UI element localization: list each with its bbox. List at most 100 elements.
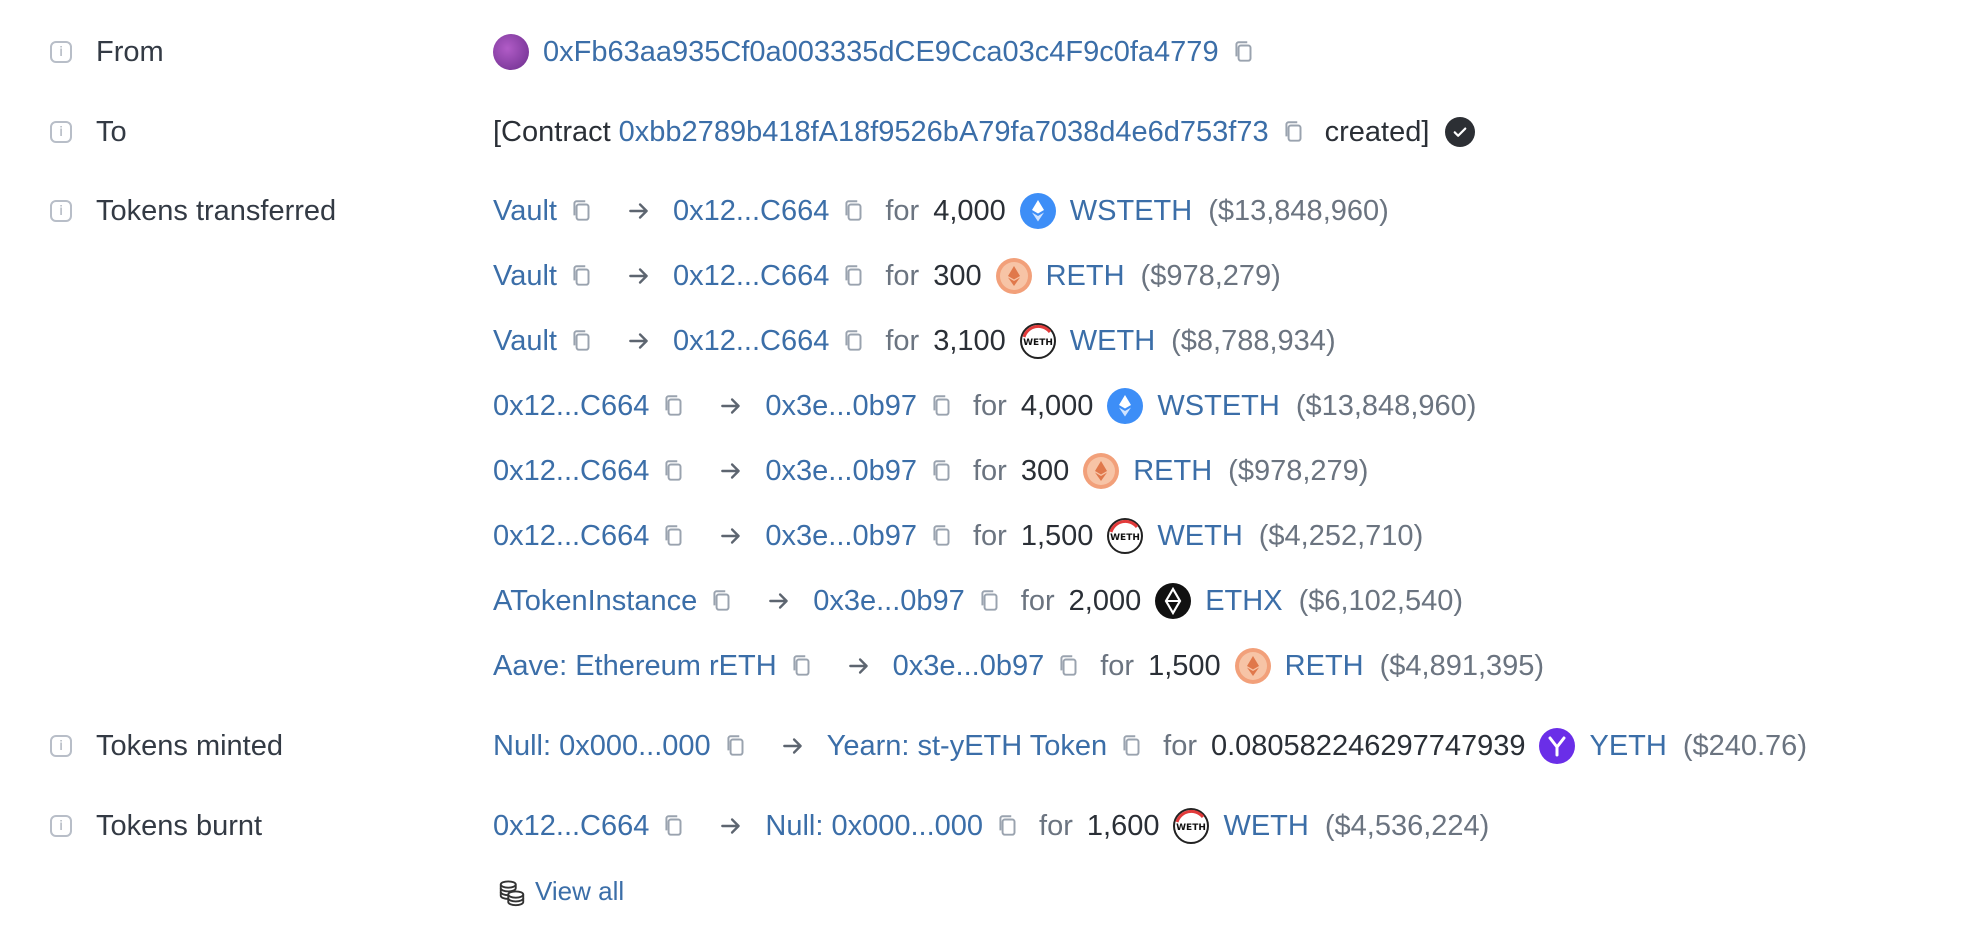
copy-icon[interactable]	[709, 588, 735, 614]
copy-icon[interactable]	[1056, 653, 1082, 679]
info-icon[interactable]: i	[50, 121, 72, 143]
from-value: 0xFb63aa935Cf0a003335dCE9Cca03c4F9c0fa47…	[493, 27, 1275, 77]
copy-icon[interactable]	[929, 523, 955, 549]
token-amount: 300	[933, 259, 982, 292]
transfer-from-link[interactable]: 0x12...C664	[493, 520, 649, 553]
token-symbol-link[interactable]: WSTETH	[1070, 195, 1192, 228]
transfer-from-link[interactable]: Vault	[493, 195, 557, 228]
arrow-right-icon	[625, 263, 653, 289]
for-label: for	[1163, 729, 1197, 762]
transfer-to-link[interactable]: 0x12...C664	[673, 325, 829, 358]
to-label-cell: i To	[50, 107, 127, 157]
copy-icon[interactable]	[995, 813, 1021, 839]
transfer-from-link[interactable]: Aave: Ethereum rETH	[493, 650, 777, 683]
svg-text:WETH: WETH	[1111, 533, 1141, 543]
to-suffix: created]	[1324, 115, 1430, 148]
to-prefix: [Contract	[493, 115, 611, 148]
copy-icon[interactable]	[569, 263, 595, 289]
tokens-minted-label-cell: i Tokens minted	[50, 721, 283, 771]
weth-icon: WETH	[1173, 808, 1210, 844]
token-transfer-row: Null: 0x000...000 Yearn: st-yETH Token for…	[493, 721, 1807, 771]
token-symbol-link[interactable]: WETH	[1223, 810, 1308, 843]
copy-icon[interactable]	[841, 263, 867, 289]
transfer-to-link[interactable]: 0x3e...0b97	[813, 585, 965, 618]
token-amount: 300	[1020, 454, 1070, 487]
for-label: for	[972, 389, 1007, 422]
copy-icon[interactable]	[841, 198, 867, 224]
token-symbol-link[interactable]: WETH	[1157, 520, 1242, 553]
copy-icon[interactable]	[661, 458, 687, 484]
copy-icon[interactable]	[661, 813, 687, 839]
token-usd-value: ($4,891,395)	[1379, 649, 1545, 682]
token-transfer-row: 0x12...C664 0x3e...0b97 for 300 RETH ($978,27…	[493, 446, 1368, 496]
transfer-to-link[interactable]: 0x12...C664	[673, 260, 829, 293]
info-icon[interactable]: i	[50, 815, 72, 837]
info-icon[interactable]: i	[50, 735, 72, 757]
for-label: for	[885, 324, 920, 357]
transfer-to-link[interactable]: 0x3e...0b97	[765, 390, 917, 423]
info-icon[interactable]: i	[50, 41, 72, 63]
copy-icon[interactable]	[789, 653, 815, 679]
to-address-link[interactable]: 0xbb2789b418fA18f9526bA79fa7038d4e6d753f…	[619, 116, 1269, 149]
transfer-from-link[interactable]: 0x12...C664	[493, 390, 649, 423]
copy-icon[interactable]	[1281, 119, 1307, 145]
token-symbol-link[interactable]: RETH	[1133, 455, 1212, 488]
token-symbol-link[interactable]: WSTETH	[1157, 390, 1279, 423]
transfer-to-link[interactable]: 0x12...C664	[673, 195, 829, 228]
transfer-to-link[interactable]: Null: 0x000...000	[765, 810, 983, 843]
weth-icon: WETH	[1107, 518, 1144, 554]
token-amount: 3,100	[933, 324, 1006, 357]
tokens-burnt-label: Tokens burnt	[96, 809, 263, 842]
token-symbol-link[interactable]: ETHX	[1205, 585, 1282, 618]
token-usd-value: ($6,102,540)	[1298, 584, 1464, 617]
transfer-from-link[interactable]: Vault	[493, 260, 557, 293]
for-label: for	[972, 454, 1007, 487]
tokens-transferred-label: Tokens transferred	[96, 194, 337, 227]
from-address-link[interactable]: 0xFb63aa935Cf0a003335dCE9Cca03c4F9c0fa47…	[543, 36, 1219, 69]
copy-icon[interactable]	[1231, 39, 1257, 65]
token-transfer-row: 0x12...C664 0x3e...0b97 for 1,500 WETH WETH ($…	[493, 511, 1423, 561]
transfer-from-link[interactable]: 0x12...C664	[493, 810, 649, 843]
transfer-from-link[interactable]: Vault	[493, 325, 557, 358]
transfer-to-link[interactable]: 0x3e...0b97	[893, 650, 1045, 683]
copy-icon[interactable]	[977, 588, 1003, 614]
transfer-to-link[interactable]: 0x3e...0b97	[765, 520, 917, 553]
copy-icon[interactable]	[661, 393, 687, 419]
info-icon[interactable]: i	[50, 200, 72, 222]
transfer-from-link[interactable]: Null: 0x000...000	[493, 730, 711, 763]
wsteth-icon	[1019, 193, 1056, 229]
tokens-minted-label: Tokens minted	[96, 729, 283, 762]
copy-icon[interactable]	[841, 328, 867, 354]
transfer-from-link[interactable]: 0x12...C664	[493, 455, 649, 488]
token-symbol-link[interactable]: WETH	[1070, 325, 1155, 358]
copy-icon[interactable]	[661, 523, 687, 549]
reth-icon	[1234, 648, 1271, 684]
token-symbol-link[interactable]: RETH	[1285, 650, 1364, 683]
svg-text:WETH: WETH	[1023, 338, 1053, 348]
weth-icon: WETH	[1019, 323, 1056, 359]
transfer-from-link[interactable]: ATokenInstance	[493, 585, 697, 618]
copy-icon[interactable]	[1119, 733, 1145, 759]
copy-icon[interactable]	[569, 198, 595, 224]
token-usd-value: ($13,848,960)	[1208, 194, 1389, 227]
token-amount: 1,500	[1020, 519, 1094, 552]
copy-icon[interactable]	[569, 328, 595, 354]
token-transfer-row: Vault 0x12...C664 for 300 RETH ($978,279)	[493, 251, 1281, 301]
from-label-cell: i From	[50, 27, 164, 77]
transfer-to-link[interactable]: 0x3e...0b97	[765, 455, 917, 488]
token-symbol-link[interactable]: RETH	[1046, 260, 1125, 293]
copy-icon[interactable]	[723, 733, 749, 759]
yeth-icon	[1539, 728, 1576, 764]
view-all-link[interactable]: View all	[497, 876, 624, 907]
token-usd-value: ($4,536,224)	[1324, 809, 1490, 842]
copy-icon[interactable]	[929, 458, 955, 484]
transfer-to-link[interactable]: Yearn: st-yETH Token	[827, 730, 1107, 763]
token-transfer-row: 0x12...C664 Null: 0x000...000 for 1,600 WETH…	[493, 801, 1489, 851]
svg-text:WETH: WETH	[1177, 823, 1207, 833]
token-symbol-link[interactable]: YETH	[1589, 730, 1666, 763]
token-usd-value: ($13,848,960)	[1295, 389, 1477, 422]
token-amount: 1,600	[1086, 809, 1160, 842]
token-transfer-row: Vault 0x12...C664 for 4,000 WSTETH ($13,848,9…	[493, 186, 1389, 236]
copy-icon[interactable]	[929, 393, 955, 419]
to-value: [Contract 0xbb2789b418fA18f9526bA79fa703…	[493, 107, 1476, 157]
